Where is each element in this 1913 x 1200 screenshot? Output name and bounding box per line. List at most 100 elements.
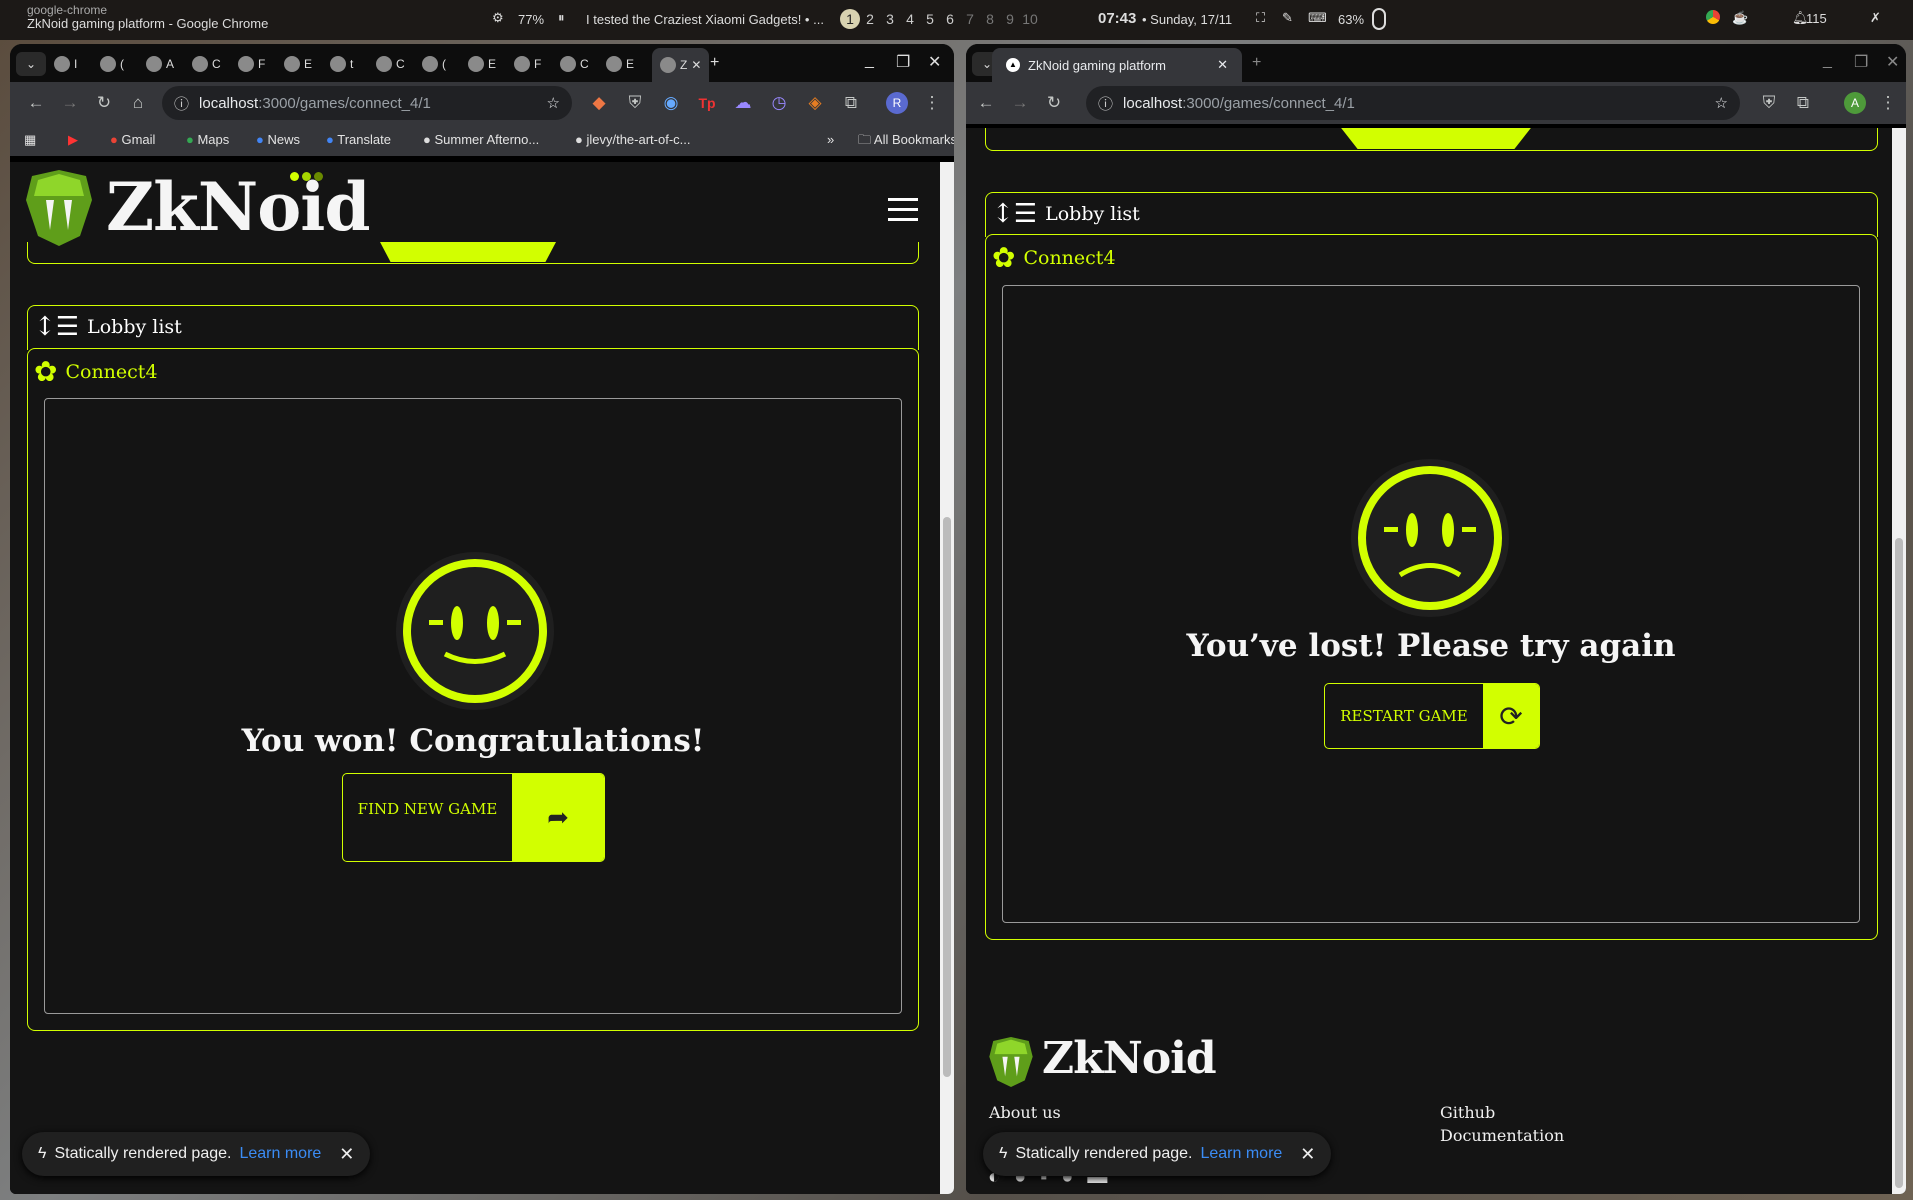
workspace-9[interactable]: 9 (1000, 11, 1020, 27)
extension-shield-icon[interactable]: ⛨ (623, 93, 647, 113)
new-tab-button[interactable]: + (1252, 54, 1261, 72)
address-bar[interactable]: ⓘ localhost:3000/games/connect_4/1 ☆ (162, 86, 572, 120)
learn-more-link[interactable]: Learn more (1200, 1145, 1282, 1163)
site-info-icon[interactable]: ⓘ (174, 93, 189, 114)
browser-tab[interactable]: F (514, 52, 541, 76)
extension-clock-icon[interactable]: ◷ (767, 93, 791, 113)
workspace-6[interactable]: 6 (940, 11, 960, 27)
media-title[interactable]: I tested the Craziest Xiaomi Gadgets! • … (586, 12, 824, 27)
extension-shield-icon[interactable]: ⛨ (1757, 93, 1781, 113)
footer-link-github[interactable]: Github (1440, 1103, 1495, 1122)
bookmark-item[interactable]: ● Summer Afterno... (423, 124, 539, 156)
workspace-8[interactable]: 8 (980, 11, 1000, 27)
site-info-icon[interactable]: ⓘ (1098, 93, 1113, 114)
close-tab-icon[interactable]: ✕ (1217, 57, 1228, 73)
bookmark-item[interactable]: ● jlevy/the-art-of-c... (575, 124, 691, 156)
reload-icon[interactable]: ↻ (1042, 93, 1066, 113)
restart-game-button[interactable]: RESTART GAME ⟳ (1324, 683, 1540, 749)
close-tab-icon[interactable]: ✕ (691, 58, 701, 72)
browser-tab[interactable]: C (376, 52, 405, 76)
chrome-tray-icon[interactable] (1706, 10, 1720, 24)
bookmark-item[interactable]: ● Translate (326, 124, 391, 156)
zknoid-snake-logo-icon[interactable] (988, 1037, 1034, 1087)
extension-search-icon[interactable]: ◉ (659, 93, 683, 113)
maximize-button[interactable]: ❐ (896, 52, 910, 72)
extension-color-icon[interactable]: ◆ (587, 93, 611, 113)
workspace-3[interactable]: 3 (880, 11, 900, 27)
browser-tab[interactable]: t (330, 52, 353, 76)
footer-logo-text[interactable]: ZkNoid (1042, 1033, 1217, 1084)
browser-tab[interactable]: A (146, 52, 174, 76)
tab-search-button[interactable]: ⌄ (16, 52, 46, 76)
workspace-2[interactable]: 2 (860, 11, 880, 27)
coffee-icon[interactable]: ☕ (1732, 10, 1748, 26)
scrollbar-thumb[interactable] (943, 517, 951, 1077)
browser-tab[interactable]: E (606, 52, 634, 76)
workspace-7[interactable]: 7 (960, 11, 980, 27)
forward-icon[interactable]: → (58, 93, 82, 113)
extension-tp-icon[interactable]: Tp (695, 95, 719, 111)
close-toast-icon[interactable]: ✕ (339, 1144, 354, 1165)
menu-icon[interactable]: ⋮ (1876, 93, 1900, 113)
learn-more-link[interactable]: Learn more (239, 1145, 321, 1163)
workspace-4[interactable]: 4 (900, 11, 920, 27)
lobby-list-header[interactable]: ↕☰ Lobby list (27, 305, 919, 350)
bookmark-item[interactable]: ● Maps (186, 124, 229, 156)
back-icon[interactable]: ← (24, 93, 48, 113)
screenshot-icon[interactable]: ⛶ (1256, 10, 1265, 26)
bookmark-item[interactable]: ● Gmail (110, 124, 155, 156)
apps-grid-icon[interactable]: ▦ (24, 124, 36, 156)
minimize-button[interactable]: _ (1823, 52, 1832, 70)
new-tab-button[interactable]: + (710, 54, 719, 72)
forward-icon[interactable]: → (1008, 93, 1032, 113)
maximize-button[interactable]: ❐ (1854, 52, 1868, 72)
home-icon[interactable]: ⌂ (126, 93, 150, 113)
zknoid-snake-logo-icon[interactable] (24, 170, 94, 246)
scrollbar[interactable] (940, 162, 954, 1194)
minimize-button[interactable]: _ (865, 52, 874, 70)
footer-link-documentation[interactable]: Documentation (1440, 1126, 1564, 1145)
browser-tab[interactable]: C (560, 52, 589, 76)
tab-zknoid[interactable]: ▲ ZkNoid gaming platform ✕ (992, 48, 1242, 82)
menu-icon[interactable]: ⋮ (920, 93, 944, 113)
profile-avatar[interactable]: R (886, 92, 908, 114)
browser-tab[interactable]: ( (422, 52, 446, 76)
date[interactable]: • Sunday, 17/11 (1142, 12, 1232, 27)
workspace-10[interactable]: 10 (1020, 11, 1040, 27)
keyboard-icon[interactable]: ⌨ (1308, 10, 1327, 26)
hamburger-menu-icon[interactable] (888, 198, 918, 221)
address-bar[interactable]: ⓘ localhost:3000/games/connect_4/1 ☆ (1086, 86, 1740, 120)
youtube-bookmark-icon[interactable]: ▶ (68, 124, 78, 156)
browser-tab[interactable]: E (284, 52, 312, 76)
all-bookmarks[interactable]: 🗀 All Bookmarks (858, 124, 954, 156)
workspace-switcher[interactable]: 1 2 3 4 5 6 7 8 9 10 (840, 9, 1040, 29)
lobby-list-header[interactable]: ↕☰ Lobby list (985, 192, 1878, 237)
footer-link-about-us[interactable]: About us (989, 1103, 1061, 1122)
media-pause-icon[interactable]: ⏸ (558, 10, 565, 26)
extensions-puzzle-icon[interactable]: ⧉ (839, 93, 863, 113)
browser-tab[interactable]: I (54, 52, 77, 76)
profile-avatar[interactable]: A (1844, 92, 1866, 114)
extensions-puzzle-icon[interactable]: ⧉ (1791, 93, 1815, 113)
browser-tab[interactable]: F (238, 52, 265, 76)
find-new-game-button[interactable]: FIND NEW GAME ➦ (342, 773, 605, 862)
clock[interactable]: 07:43 (1098, 10, 1136, 27)
workspace-1[interactable]: 1 (840, 9, 860, 29)
more-bookmarks-icon[interactable]: » (827, 124, 834, 156)
browser-tab[interactable]: E (468, 52, 496, 76)
zknoid-logo-text[interactable]: ZkNoid (106, 168, 370, 246)
workspace-5[interactable]: 5 (920, 11, 940, 27)
browser-tab[interactable]: C (192, 52, 221, 76)
bookmark-star-icon[interactable]: ☆ (547, 94, 560, 112)
reload-icon[interactable]: ↻ (92, 93, 116, 113)
browser-tab[interactable]: Z ✕ (652, 48, 710, 82)
close-toast-icon[interactable]: ✕ (1300, 1144, 1315, 1165)
bluetooth-off-icon[interactable]: ✗ (1870, 10, 1881, 26)
scrollbar[interactable] (1892, 128, 1906, 1194)
color-picker-icon[interactable]: ✎ (1282, 10, 1293, 26)
close-window-button[interactable]: ✕ (928, 52, 941, 72)
back-icon[interactable]: ← (974, 93, 998, 113)
metamask-icon[interactable]: ◈ (803, 93, 827, 113)
bookmark-item[interactable]: ● News (256, 124, 300, 156)
scrollbar-thumb[interactable] (1895, 538, 1903, 1188)
